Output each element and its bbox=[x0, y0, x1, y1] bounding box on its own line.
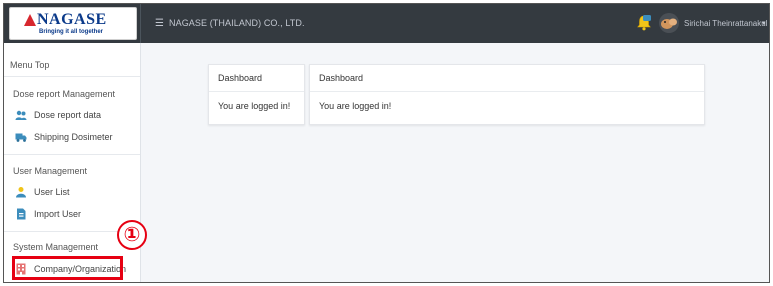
sidebar-menu-top[interactable]: Menu Top bbox=[10, 60, 49, 71]
annotation-step-badge: ① bbox=[117, 220, 147, 250]
sidebar-divider bbox=[4, 154, 140, 155]
avatar-image bbox=[659, 13, 679, 33]
sidebar-item-label: User List bbox=[34, 187, 70, 197]
user-name[interactable]: Sirichai Theinrattanakul bbox=[684, 18, 767, 29]
sidebar-item-label: Import User bbox=[34, 209, 82, 219]
card-title: Dashboard bbox=[319, 73, 364, 83]
logo-name: NAGASE bbox=[37, 11, 107, 28]
dashboard-card: Dashboard You are logged in! bbox=[309, 64, 705, 125]
sidebar-item-dose-report-data[interactable]: Dose report data bbox=[13, 107, 133, 123]
section-system-management: System Management bbox=[13, 242, 99, 252]
section-user-management: User Management bbox=[13, 166, 88, 176]
truck-icon bbox=[15, 133, 27, 142]
dashboard-card: Dashboard You are logged in! bbox=[208, 64, 305, 125]
nagase-logo[interactable]: NAGASE Bringing it all together bbox=[9, 7, 137, 40]
card-header: Dashboard bbox=[310, 65, 704, 92]
logo-tagline: Bringing it all together bbox=[39, 29, 103, 35]
sidebar-item-label: Shipping Dosimeter bbox=[34, 132, 113, 142]
sidebar: Menu Top Dose report Management Dose rep… bbox=[4, 43, 141, 282]
user-avatar[interactable] bbox=[659, 13, 679, 33]
logo-triangle-icon bbox=[24, 14, 36, 26]
card-body-text: You are logged in! bbox=[218, 101, 291, 111]
section-dose-report-management: Dose report Management bbox=[13, 89, 116, 99]
sidebar-item-user-list[interactable]: User List bbox=[13, 184, 133, 200]
sidebar-item-import-user[interactable]: Import User bbox=[13, 206, 133, 222]
user-icon bbox=[16, 187, 26, 198]
card-title: Dashboard bbox=[218, 73, 263, 83]
user-dropdown-caret-icon[interactable]: ▾ bbox=[762, 19, 766, 28]
file-import-icon bbox=[17, 208, 26, 220]
sidebar-divider bbox=[4, 76, 140, 77]
top-navbar: NAGASE Bringing it all together ☰ NAGASE… bbox=[4, 4, 769, 43]
brand-area[interactable]: NAGASE Bringing it all together bbox=[4, 4, 141, 43]
sidebar-item-shipping-dosimeter[interactable]: Shipping Dosimeter bbox=[13, 129, 133, 145]
card-body-text: You are logged in! bbox=[319, 101, 392, 111]
annotation-highlight-box bbox=[12, 256, 123, 280]
sidebar-item-label: Dose report data bbox=[34, 110, 102, 120]
hamburger-icon[interactable]: ☰ bbox=[155, 18, 164, 29]
bell-icon[interactable] bbox=[635, 14, 653, 32]
people-icon bbox=[15, 110, 27, 120]
company-name: NAGASE (THAILAND) CO., LTD. bbox=[169, 18, 305, 28]
card-header: Dashboard bbox=[209, 65, 304, 92]
